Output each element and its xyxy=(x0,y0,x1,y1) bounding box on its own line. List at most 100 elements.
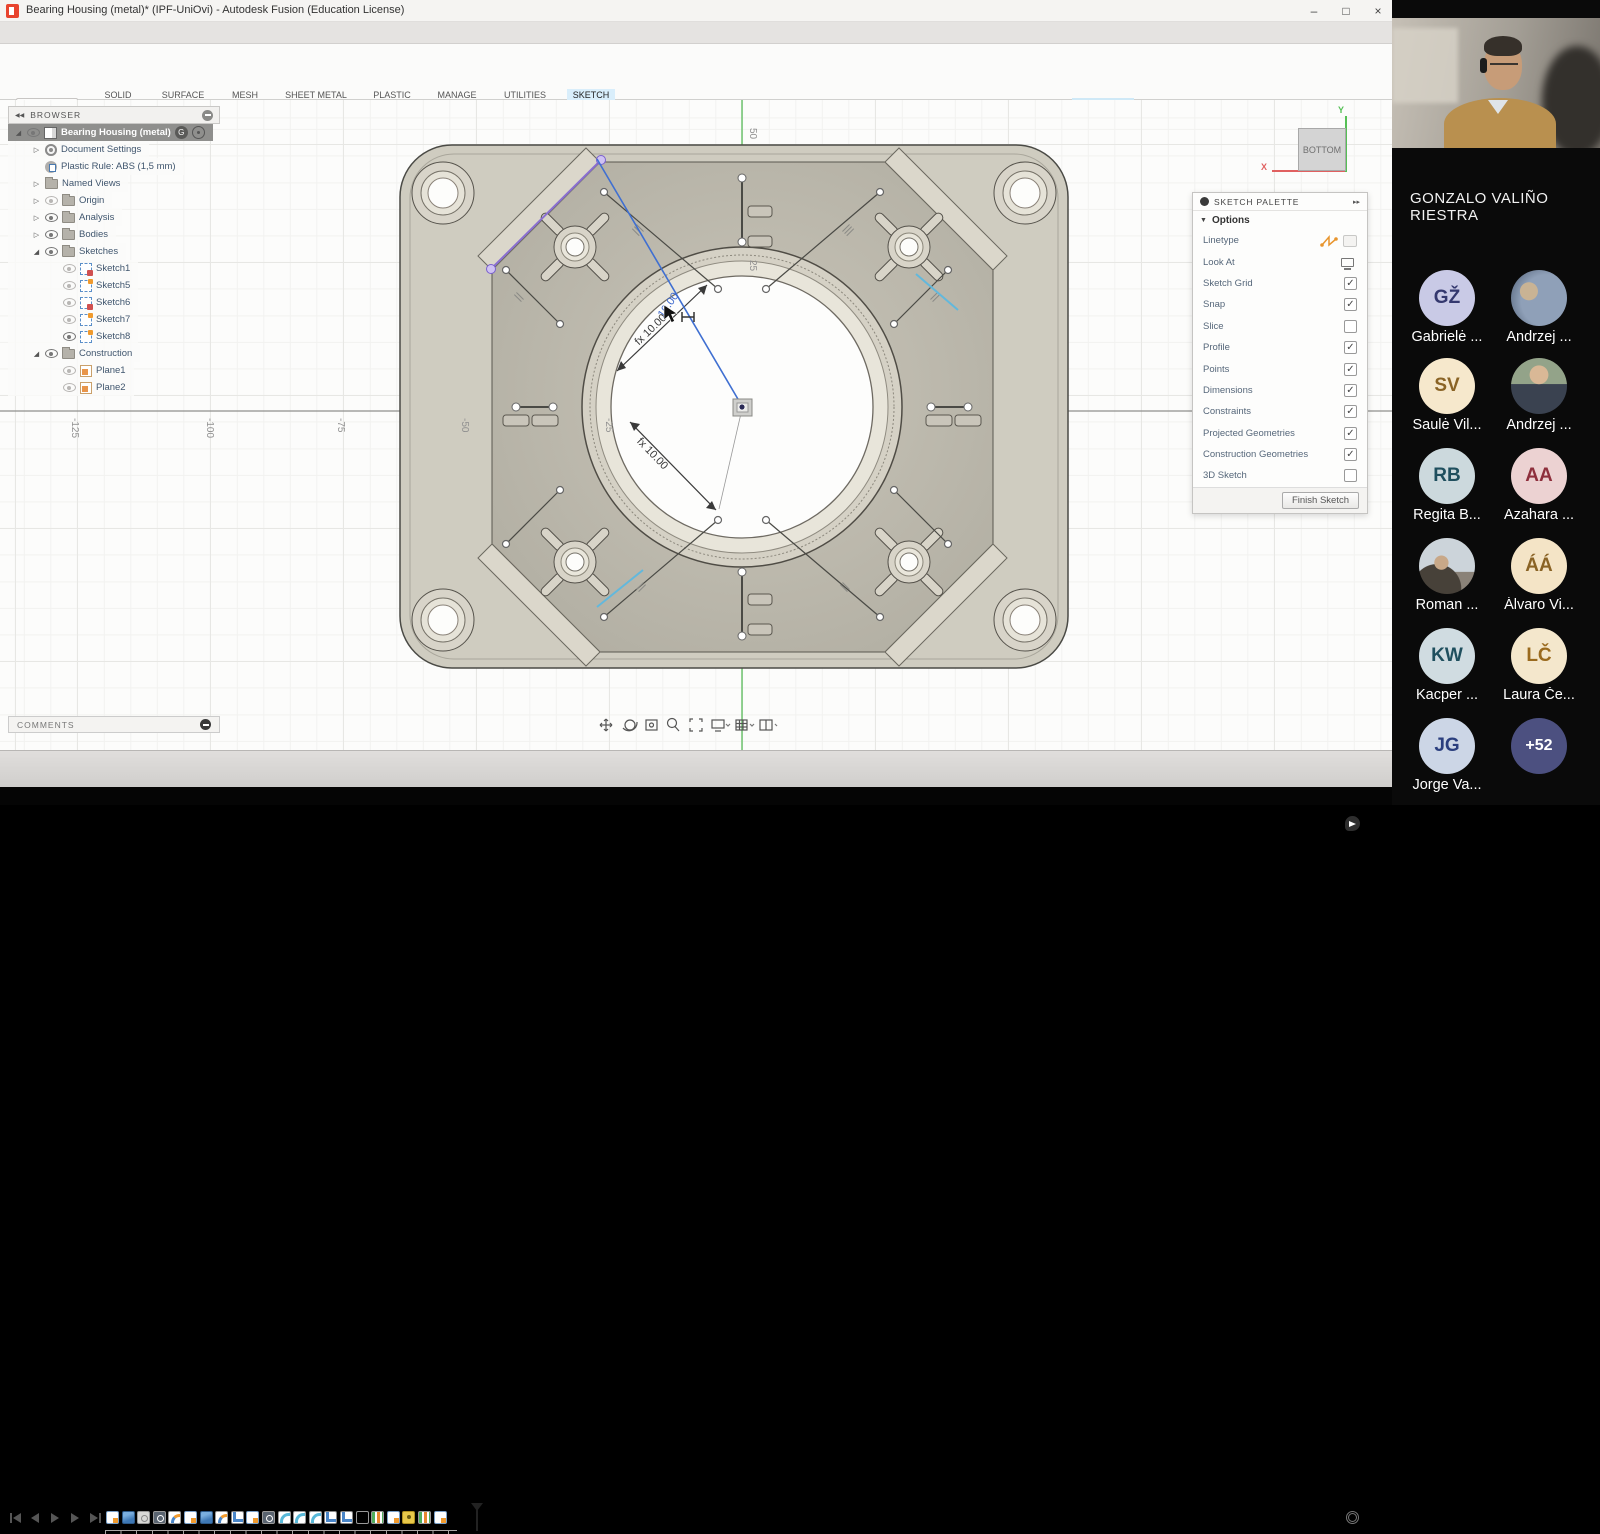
expander-icon[interactable]: ▷ xyxy=(32,146,41,154)
look-at-icon[interactable] xyxy=(1341,258,1354,267)
visibility-eye-icon[interactable] xyxy=(63,298,76,307)
3d-sketch-checkbox[interactable] xyxy=(1344,469,1357,482)
expander-icon[interactable]: ▷ xyxy=(32,197,41,205)
visibility-eye-icon[interactable] xyxy=(63,366,76,375)
timeline-feature-sketch[interactable] xyxy=(434,1511,447,1524)
visibility-eye-icon[interactable] xyxy=(63,383,76,392)
timeline-feature-sketch[interactable] xyxy=(184,1511,197,1524)
timeline-feature-fillet[interactable] xyxy=(168,1511,181,1524)
timeline-feature-hole-dark[interactable] xyxy=(262,1511,275,1524)
minimize-button[interactable]: – xyxy=(1300,2,1328,20)
participant-initials-avatar[interactable]: JG xyxy=(1419,718,1475,774)
feedback-bubble-icon[interactable] xyxy=(1345,816,1360,831)
participant-tile[interactable]: KWKacper ... xyxy=(1397,628,1497,703)
finish-sketch-button[interactable]: Finish Sketch xyxy=(1282,492,1359,509)
browser-item-bearing-housing-metal-[interactable]: ◢Bearing Housing (metal)G xyxy=(8,124,213,141)
timeline-feature-shell[interactable] xyxy=(340,1511,353,1524)
construction-geometries-checkbox[interactable]: ✓ xyxy=(1344,448,1357,461)
browser-item-named-views[interactable]: ▷Named Views xyxy=(8,175,128,192)
participant-photo-avatar[interactable] xyxy=(1419,538,1475,594)
browser-item-document-settings[interactable]: ▷Document Settings xyxy=(8,141,149,158)
origin-marker[interactable] xyxy=(733,399,752,416)
timeline-play-button[interactable] xyxy=(48,1511,62,1525)
visibility-eye-icon[interactable] xyxy=(45,213,58,222)
options-expander-icon[interactable]: ▼ xyxy=(1200,217,1207,224)
timeline-feature-thread[interactable] xyxy=(402,1511,415,1524)
participant-initials-avatar[interactable]: KW xyxy=(1419,628,1475,684)
projected-geometries-checkbox[interactable]: ✓ xyxy=(1344,427,1357,440)
visibility-eye-icon[interactable] xyxy=(63,281,76,290)
timeline-settings-gear-icon[interactable] xyxy=(1346,1511,1359,1524)
expander-icon[interactable]: ◢ xyxy=(32,248,41,256)
expander-icon[interactable]: ◢ xyxy=(32,350,41,358)
participant-tile[interactable]: Andrzej ... xyxy=(1489,270,1589,345)
expander-icon[interactable]: ▷ xyxy=(32,231,41,239)
close-button[interactable]: × xyxy=(1364,2,1392,20)
participant-tile[interactable]: SVSaulė Vil... xyxy=(1397,358,1497,433)
browser-item-sketch8[interactable]: Sketch8 xyxy=(8,328,138,345)
timeline-feature-shell[interactable] xyxy=(324,1511,337,1524)
navigation-toolbar[interactable] xyxy=(598,716,778,734)
participant-photo-avatar[interactable] xyxy=(1511,358,1567,414)
viewcube[interactable]: BOTTOM xyxy=(1298,128,1346,171)
timeline-feature-chamfer[interactable] xyxy=(293,1511,306,1524)
visibility-eye-icon[interactable] xyxy=(63,264,76,273)
timeline-feature-sketch[interactable] xyxy=(106,1511,119,1524)
timeline-feature-fillet[interactable] xyxy=(215,1511,228,1524)
comments-bar[interactable]: COMMENTS xyxy=(8,716,220,733)
timeline-feature-shell[interactable] xyxy=(231,1511,244,1524)
browser-item-analysis[interactable]: ▷Analysis xyxy=(8,209,122,226)
profile-checkbox[interactable]: ✓ xyxy=(1344,341,1357,354)
timeline-go-to-start-button[interactable] xyxy=(8,1511,22,1525)
participant-initials-avatar[interactable]: RB xyxy=(1419,448,1475,504)
participant-initials-avatar[interactable]: ÁÁ xyxy=(1511,538,1567,594)
sketch-palette-header[interactable]: SKETCH PALETTE ▸▸ xyxy=(1193,193,1367,211)
visibility-eye-icon[interactable] xyxy=(27,128,40,137)
timeline-feature-chamfer[interactable] xyxy=(309,1511,322,1524)
points-checkbox[interactable]: ✓ xyxy=(1344,363,1357,376)
participant-photo-avatar[interactable] xyxy=(1511,270,1567,326)
browser-item-bodies[interactable]: ▷Bodies xyxy=(8,226,116,243)
expander-icon[interactable]: ◢ xyxy=(14,129,23,137)
sketch-grid-checkbox[interactable]: ✓ xyxy=(1344,277,1357,290)
linetype-spline-icon[interactable] xyxy=(1320,234,1338,248)
browser-item-sketch6[interactable]: Sketch6 xyxy=(8,294,138,311)
timeline-step-forward-button[interactable] xyxy=(68,1511,82,1525)
participant-tile[interactable]: Roman ... xyxy=(1397,538,1497,613)
browser-item-plane2[interactable]: Plane2 xyxy=(8,379,134,396)
dimensions-checkbox[interactable]: ✓ xyxy=(1344,384,1357,397)
timeline-feature-pattern[interactable] xyxy=(418,1511,431,1524)
participants-overflow-tile[interactable]: +52 xyxy=(1489,718,1589,777)
participant-initials-avatar[interactable]: GŽ xyxy=(1419,270,1475,326)
participant-tile[interactable]: GŽGabrielė ... xyxy=(1397,270,1497,345)
origin-target-icon[interactable] xyxy=(192,126,205,139)
timeline-feature-chamfer[interactable] xyxy=(278,1511,291,1524)
linetype-chip-icon[interactable] xyxy=(1343,235,1357,247)
participant-tile[interactable]: Andrzej ... xyxy=(1489,358,1589,433)
capture-position-badge[interactable]: G xyxy=(175,126,188,139)
browser-item-sketch1[interactable]: Sketch1 xyxy=(8,260,138,277)
timeline-position-marker[interactable] xyxy=(476,1503,478,1531)
visibility-eye-icon[interactable] xyxy=(45,349,58,358)
browser-header[interactable]: ◀◀ BROWSER xyxy=(8,106,220,124)
maximize-button[interactable]: □ xyxy=(1332,2,1360,20)
timeline-ruler[interactable] xyxy=(105,1530,457,1534)
expander-icon[interactable]: ▷ xyxy=(32,214,41,222)
speaker-video-tile[interactable] xyxy=(1392,18,1600,148)
visibility-eye-icon[interactable] xyxy=(45,196,58,205)
browser-item-sketches[interactable]: ◢Sketches xyxy=(8,243,126,260)
participant-tile[interactable]: RBRegita B... xyxy=(1397,448,1497,523)
comments-expand-icon[interactable] xyxy=(200,719,211,730)
timeline-feature-hole[interactable] xyxy=(137,1511,150,1524)
browser-item-construction[interactable]: ◢Construction xyxy=(8,345,140,362)
visibility-eye-icon[interactable] xyxy=(45,230,58,239)
browser-item-sketch7[interactable]: Sketch7 xyxy=(8,311,138,328)
visibility-eye-icon[interactable] xyxy=(63,332,76,341)
visibility-eye-icon[interactable] xyxy=(45,247,58,256)
timeline-go-to-end-button[interactable] xyxy=(88,1511,102,1525)
participant-tile[interactable]: AAAzahara ... xyxy=(1489,448,1589,523)
browser-display-toggle-icon[interactable] xyxy=(202,110,213,121)
palette-collapse-icon[interactable]: ▸▸ xyxy=(1353,198,1360,206)
participant-initials-avatar[interactable]: +52 xyxy=(1511,718,1567,774)
collapse-panel-icon[interactable]: ◀◀ xyxy=(15,112,24,119)
